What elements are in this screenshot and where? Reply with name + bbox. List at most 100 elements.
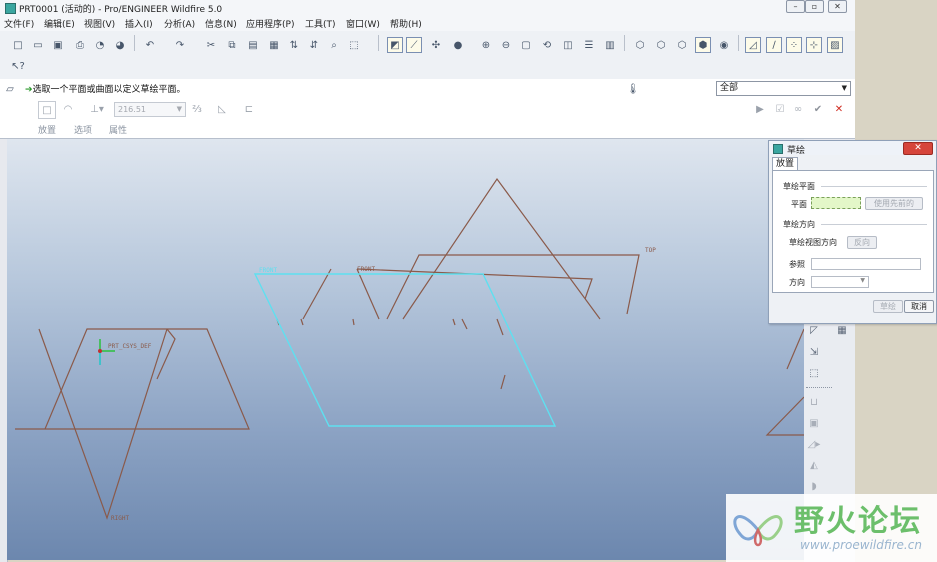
find-icon[interactable]: ⌕	[326, 37, 342, 53]
flip-button[interactable]: 反向	[847, 236, 877, 249]
datum-axes-icon[interactable]: ⟋	[406, 37, 422, 53]
view-manager-icon[interactable]: ▥	[602, 37, 618, 53]
save-icon[interactable]: ▣	[50, 37, 66, 53]
selected-front-plane[interactable]	[253, 273, 557, 427]
context-help-icon[interactable]: ↖?	[10, 58, 26, 74]
plane-display-icon[interactable]: ◿	[745, 37, 761, 53]
menu-help[interactable]: 帮助(H)	[390, 17, 422, 30]
no-hidden-icon[interactable]: ⬡	[674, 37, 690, 53]
saved-views-icon[interactable]: ◫	[560, 37, 576, 53]
menu-insert[interactable]: 插入(I)	[125, 17, 153, 30]
annotation-display-icon[interactable]: ▨	[827, 37, 843, 53]
depth-value-field[interactable]: 216.51 ▼	[114, 102, 186, 117]
menu-tools[interactable]: 工具(T)	[305, 17, 336, 30]
point-display-icon[interactable]: ⁘	[786, 37, 802, 53]
regenerate-manager-icon[interactable]: ⇵	[306, 37, 322, 53]
pause-icon[interactable]: ▶	[752, 101, 768, 117]
menu-view[interactable]: 视图(V)	[84, 17, 115, 30]
cut-icon[interactable]: ✂	[203, 37, 219, 53]
send-link-icon[interactable]: ◕	[112, 37, 128, 53]
redo-icon[interactable]: ↷	[172, 37, 188, 53]
close-window-button[interactable]: ✕	[828, 0, 847, 13]
restore-button[interactable]: ▫	[805, 0, 824, 13]
regenerate-icon[interactable]: ⇅	[286, 37, 302, 53]
send-mail-icon[interactable]: ◔	[92, 37, 108, 53]
offscreen-plane-lines	[786, 328, 804, 370]
preview-icon[interactable]: ∞	[790, 101, 806, 117]
datum-point-tool-icon[interactable]: ⬚	[806, 365, 822, 381]
depth-option-icon[interactable]: ⊥▾	[86, 101, 108, 117]
copy-icon[interactable]: ⧉	[224, 37, 240, 53]
dialog-title-bar[interactable]: 草绘 ✕	[769, 141, 936, 156]
graphics-window[interactable]: FRONT FRONT TOP PRT_CSYS_DEF RIGHT	[7, 139, 804, 560]
datum-plane-tool-icon[interactable]: ◸	[806, 322, 822, 338]
menu-window[interactable]: 窗口(W)	[346, 17, 380, 30]
butterfly-logo-icon	[733, 515, 783, 547]
print-icon[interactable]: ⎙	[72, 37, 88, 53]
hidden-line-icon[interactable]: ⬡	[653, 37, 669, 53]
tab-options[interactable]: 选项	[74, 123, 92, 136]
front-plane-lines	[500, 374, 506, 390]
app-icon	[5, 3, 16, 14]
datum-planes-icon[interactable]: ◩	[387, 37, 403, 53]
dialog-close-button[interactable]: ✕	[903, 142, 933, 155]
reorient-icon[interactable]: ⟲	[539, 37, 555, 53]
tab-placement-dialog[interactable]: 放置	[772, 157, 798, 171]
spin-center-icon[interactable]: ✣	[428, 37, 444, 53]
sketch-tool-icon[interactable]: ▦	[834, 322, 850, 338]
blend-tool-icon[interactable]: ◭	[806, 457, 822, 473]
chevron-down-icon: ▼	[860, 277, 865, 284]
sketch-dialog-icon	[773, 144, 783, 154]
reference-field[interactable]	[811, 258, 921, 270]
selection-box-icon[interactable]: ⬚	[346, 37, 362, 53]
extrude-tool-icon[interactable]: ⊔	[806, 394, 822, 410]
axis-display-icon[interactable]: ∕	[766, 37, 782, 53]
menu-info[interactable]: 信息(N)	[205, 17, 237, 30]
orient-icon[interactable]: ●	[450, 37, 466, 53]
menu-edit[interactable]: 编辑(E)	[44, 17, 75, 30]
watermark-text: 野火论坛	[794, 504, 922, 539]
verify-icon[interactable]: ☑	[772, 101, 788, 117]
front-plane-lines	[300, 318, 304, 326]
menu-file[interactable]: 文件(F)	[4, 17, 34, 30]
cancel-button[interactable]: 取消	[904, 300, 934, 313]
wireframe-icon[interactable]: ⬡	[632, 37, 648, 53]
use-previous-button[interactable]: 使用先前的	[865, 197, 923, 210]
surface-icon[interactable]: ◠	[60, 101, 76, 117]
solid-icon[interactable]: □	[38, 101, 56, 119]
main-toolbar: □ ▭ ▣ ⎙ ◔ ◕ ↶ ↷ ✂ ⧉ ▤ ▦ ⇅ ⇵ ⌕ ⬚ ◩ ⟋ ✣ ● …	[0, 31, 855, 80]
new-icon[interactable]: □	[10, 37, 26, 53]
paste-icon[interactable]: ▤	[245, 37, 261, 53]
zoom-out-icon[interactable]: ⊖	[498, 37, 514, 53]
right-plane-lines	[38, 328, 168, 520]
apply-check-icon[interactable]: ✔	[810, 101, 826, 117]
shading-icon[interactable]: ⬢	[695, 37, 711, 53]
zoom-in-icon[interactable]: ⊕	[478, 37, 494, 53]
datum-axis-tool-icon[interactable]: ⇲	[806, 344, 822, 360]
tab-properties[interactable]: 属性	[109, 123, 127, 136]
tab-placement[interactable]: 放置	[38, 123, 56, 136]
paste-special-icon[interactable]: ▦	[266, 37, 282, 53]
refit-icon[interactable]: ▢	[518, 37, 534, 53]
cancel-x-icon[interactable]: ✕	[831, 101, 847, 117]
minimize-button[interactable]: –	[786, 0, 805, 13]
menu-analysis[interactable]: 分析(A)	[164, 17, 195, 30]
sketch-button[interactable]: 草绘	[873, 300, 903, 313]
undo-icon[interactable]: ↶	[142, 37, 158, 53]
remove-material-icon[interactable]: ◺	[214, 101, 230, 117]
open-icon[interactable]: ▭	[30, 37, 46, 53]
round-tool-icon[interactable]: ◗	[806, 478, 822, 494]
sketch-plane-group-label: 草绘平面	[783, 182, 815, 191]
selection-filter[interactable]: 全部 ▼	[716, 81, 851, 96]
sweep-tool-icon[interactable]: ◿▸	[806, 436, 822, 452]
chevron-down-icon: ▼	[176, 105, 182, 113]
thicken-icon[interactable]: ⊏	[241, 101, 257, 117]
plane-collector[interactable]	[811, 197, 861, 209]
revolve-tool-icon[interactable]: ▣	[806, 415, 822, 431]
layers-icon[interactable]: ☰	[581, 37, 597, 53]
orientation-select[interactable]: ▼	[811, 276, 869, 288]
menu-applications[interactable]: 应用程序(P)	[246, 17, 294, 30]
csys-display-icon[interactable]: ⊹	[806, 37, 822, 53]
flip-direction-icon[interactable]: ⅔	[189, 101, 205, 117]
enhanced-realism-icon[interactable]: ◉	[716, 37, 732, 53]
